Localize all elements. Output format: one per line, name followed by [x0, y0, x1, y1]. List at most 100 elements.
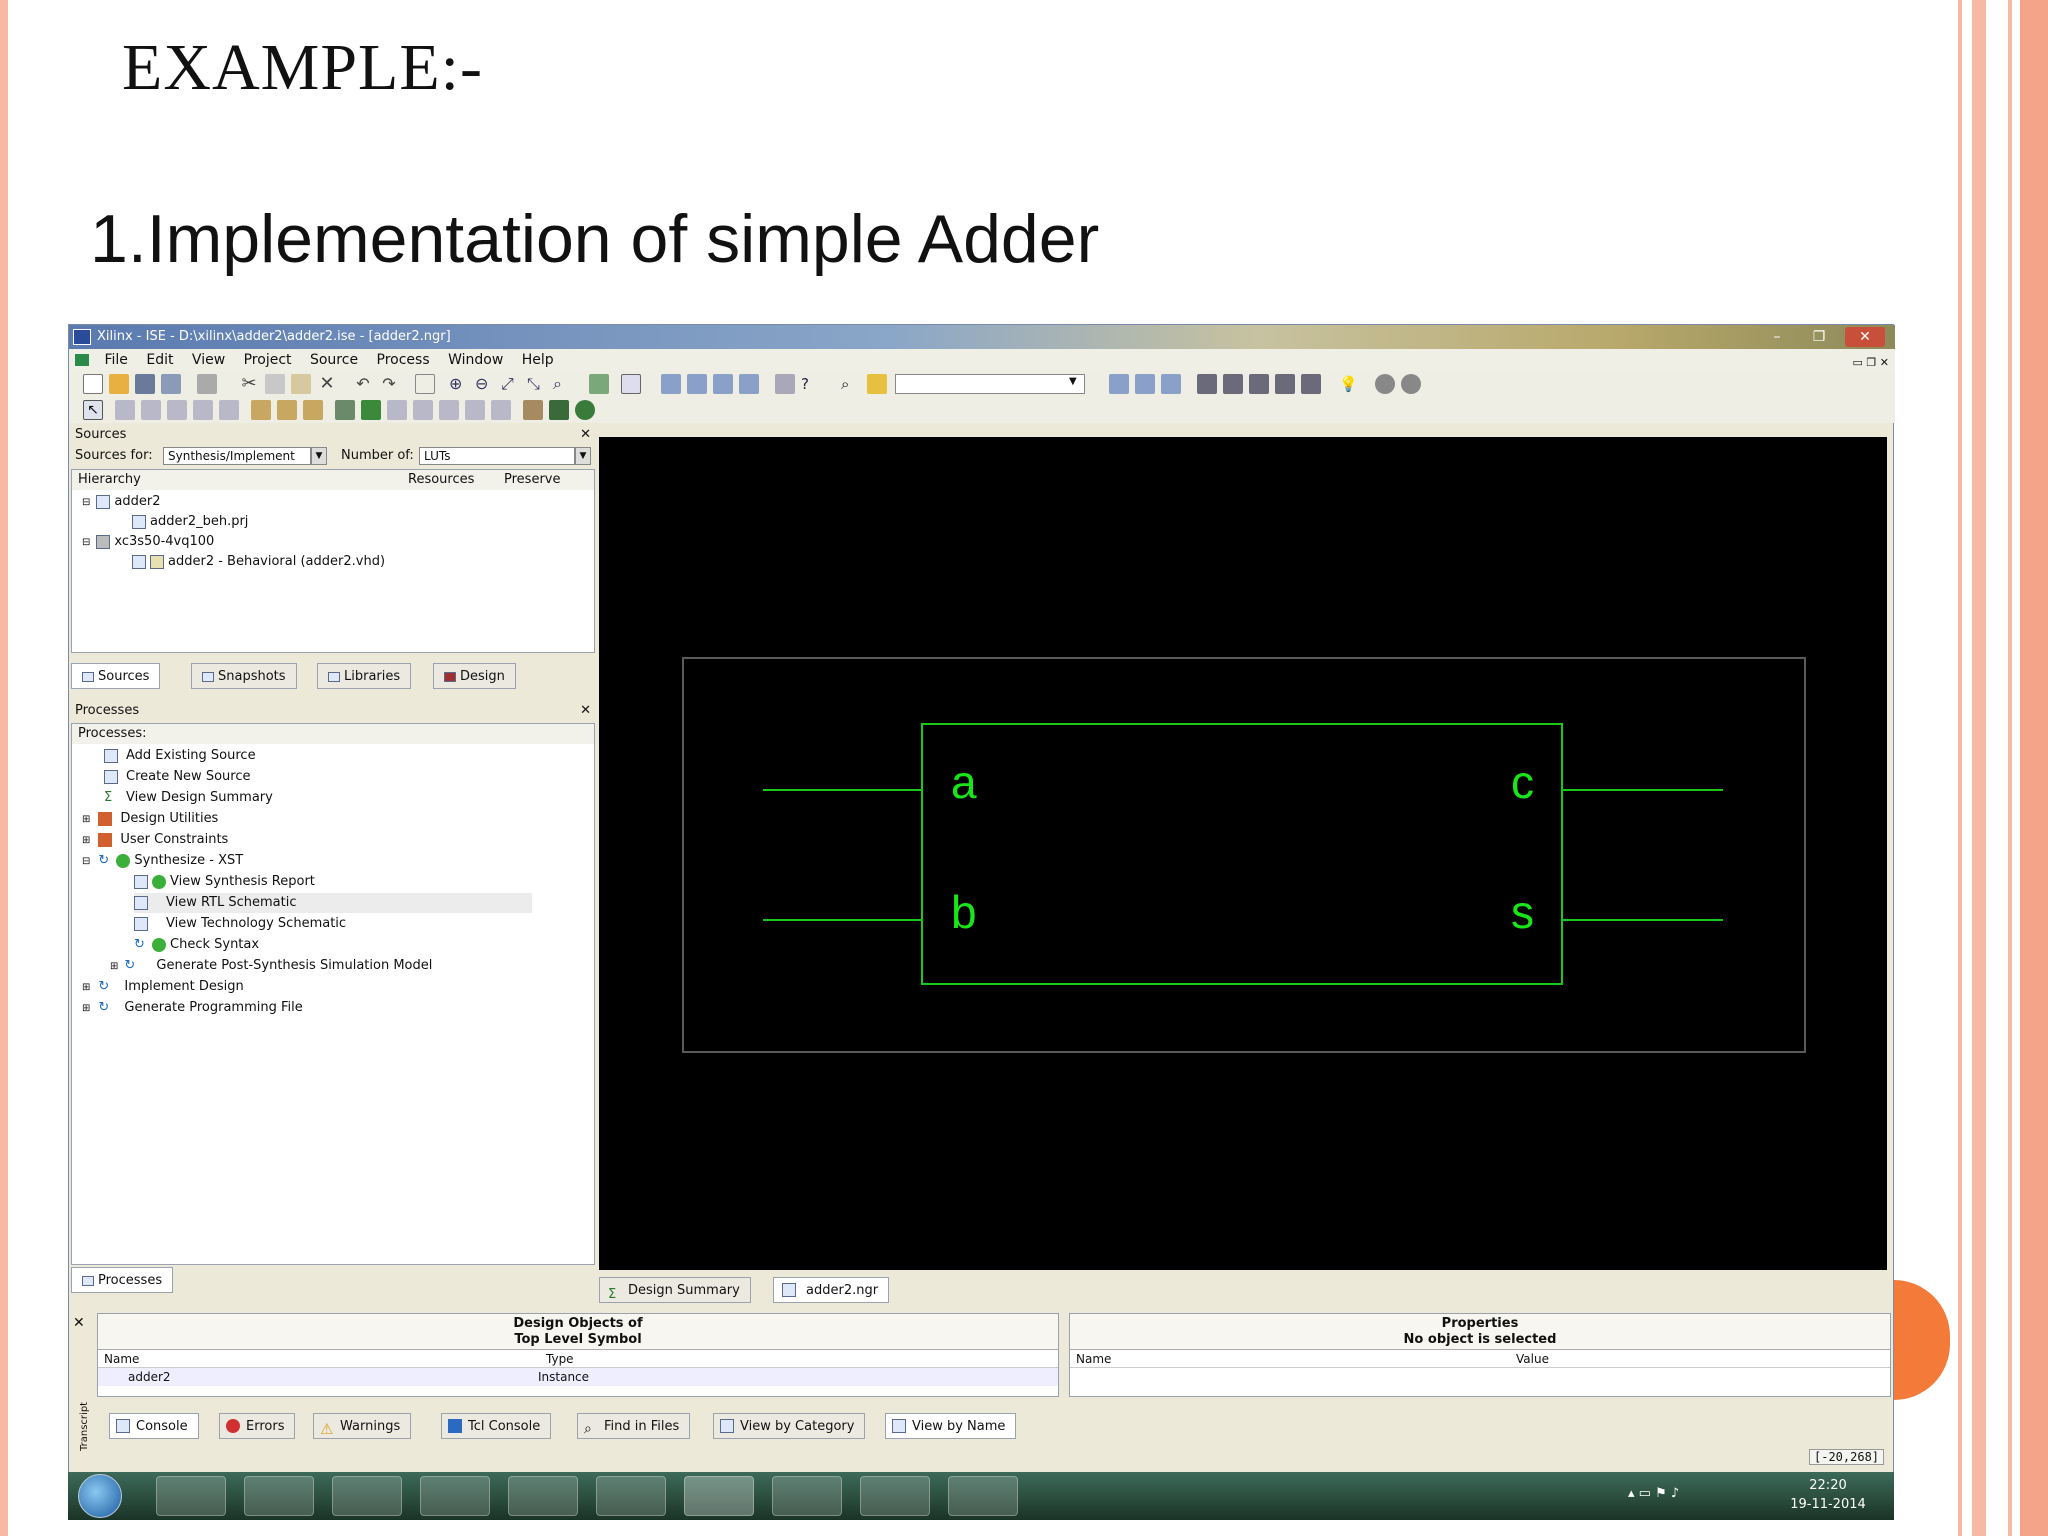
add-wire-icon[interactable]	[115, 400, 135, 420]
push-icon[interactable]	[335, 400, 355, 420]
tab-adder2-ngr[interactable]: adder2.ngr	[773, 1277, 890, 1303]
refresh-icon[interactable]	[589, 374, 609, 394]
process-create-new[interactable]: Create New Source	[104, 767, 250, 787]
schematic-icon-c[interactable]	[1275, 374, 1295, 394]
search-combo[interactable]	[895, 374, 1085, 394]
taskbar-chrome-icon[interactable]	[508, 1476, 578, 1516]
tab-warnings[interactable]: ⚠ Warnings	[313, 1413, 412, 1439]
tree-item-prj[interactable]: adder2_beh.prj	[132, 512, 248, 532]
adder-symbol[interactable]	[921, 723, 1563, 985]
tab-errors[interactable]: Errors	[219, 1413, 296, 1439]
add-symbol-icon[interactable]	[251, 400, 271, 420]
process-post-synthesis-sim[interactable]: ⊞ ↻ Generate Post-Synthesis Simulation Mod…	[110, 956, 432, 976]
chevron-down-icon[interactable]: ▼	[311, 447, 327, 465]
tab-design[interactable]: Design	[433, 663, 516, 689]
process-check-syntax[interactable]: ↻ Check Syntax	[134, 935, 259, 955]
paste-icon[interactable]	[291, 374, 311, 394]
tab-console[interactable]: Console	[109, 1413, 199, 1439]
check-icon[interactable]	[415, 374, 435, 394]
tree-item-vhd[interactable]: adder2 - Behavioral (adder2.vhd)	[132, 552, 385, 572]
design-object-row[interactable]: adder2 Instance	[98, 1368, 1058, 1386]
chip-icon[interactable]	[1197, 374, 1217, 394]
cascade-icon[interactable]	[661, 374, 681, 394]
process-user-constraints[interactable]: ⊞ User Constraints	[82, 830, 228, 850]
hier-icon-d[interactable]	[465, 400, 485, 420]
taskbar-media-icon[interactable]	[332, 1476, 402, 1516]
zoom-full-icon[interactable]: ⤢	[501, 374, 521, 394]
taskbar-powerpoint-icon[interactable]	[772, 1476, 842, 1516]
menu-edit[interactable]: Edit	[139, 349, 180, 371]
back-icon[interactable]	[1375, 374, 1395, 394]
number-of-select[interactable]: LUTs	[419, 447, 575, 465]
add-io-icon[interactable]	[193, 400, 213, 420]
menu-help[interactable]: Help	[515, 349, 561, 371]
window-icon[interactable]	[739, 374, 759, 394]
tab-view-by-category[interactable]: View by Category	[713, 1413, 866, 1439]
processes-close-button[interactable]: ✕	[580, 701, 591, 721]
copy-icon[interactable]	[265, 374, 285, 394]
tab-tcl-console[interactable]: Tcl Console	[441, 1413, 552, 1439]
tool-icon[interactable]	[775, 374, 795, 394]
restore-button[interactable]: ❐	[1799, 327, 1839, 347]
find-in-files-icon[interactable]	[867, 374, 887, 394]
add-text-icon[interactable]	[277, 400, 297, 420]
export-icon[interactable]	[549, 400, 569, 420]
taskbar-app-icon[interactable]	[244, 1476, 314, 1516]
bottom-panel-close-button[interactable]: ✕	[73, 1315, 85, 1331]
tile-h-icon[interactable]	[687, 374, 707, 394]
process-synthesize[interactable]: ⊟ ↻ Synthesize - XST	[82, 851, 243, 871]
start-button[interactable]	[78, 1474, 122, 1518]
find-icon[interactable]: ⌕	[841, 374, 861, 394]
toolbar-icon-a[interactable]	[1109, 374, 1129, 394]
hier-icon-a[interactable]	[387, 400, 407, 420]
schematic-icon-d[interactable]	[1301, 374, 1321, 394]
zoom-fit-icon[interactable]: ⤡	[527, 374, 547, 394]
process-add-existing[interactable]: Add Existing Source	[104, 746, 256, 766]
open-folder-icon[interactable]	[109, 374, 129, 394]
process-implement[interactable]: ⊞ ↻ Implement Design	[82, 977, 244, 997]
add-net-icon[interactable]	[141, 400, 161, 420]
taskbar-firefox-icon[interactable]	[596, 1476, 666, 1516]
move-icon[interactable]	[523, 400, 543, 420]
pointer-icon[interactable]: ↖	[83, 400, 103, 420]
menu-process[interactable]: Process	[370, 349, 437, 371]
cut-icon[interactable]: ✂	[239, 374, 259, 394]
add-bus-icon[interactable]	[167, 400, 187, 420]
process-programming-file[interactable]: ⊞ ↻ Generate Programming File	[82, 998, 303, 1018]
new-file-icon[interactable]	[83, 374, 103, 394]
print-icon[interactable]	[197, 374, 217, 394]
toolbar-icon-c[interactable]	[1161, 374, 1181, 394]
select-tool-icon[interactable]	[621, 374, 641, 394]
zoom-area-icon[interactable]: ⌕	[553, 374, 573, 394]
tree-item-project[interactable]: ⊟ adder2	[82, 492, 160, 512]
taskbar-ise-icon[interactable]	[684, 1476, 754, 1516]
tab-view-by-name[interactable]: View by Name	[885, 1413, 1017, 1439]
zoom-in-icon[interactable]: ⊕	[449, 374, 469, 394]
help-pointer-icon[interactable]: ?	[801, 374, 821, 394]
process-design-utilities[interactable]: ⊞ Design Utilities	[82, 809, 218, 829]
schematic-icon-b[interactable]	[1249, 374, 1269, 394]
taskbar-explorer-icon[interactable]	[156, 1476, 226, 1516]
close-window-button[interactable]: ✕	[1845, 327, 1885, 347]
taskbar-player-icon[interactable]	[420, 1476, 490, 1516]
tab-find-in-files[interactable]: ⌕ Find in Files	[577, 1413, 691, 1439]
run-icon[interactable]	[575, 400, 595, 420]
tab-sources[interactable]: Sources	[71, 663, 161, 689]
process-rtl-schematic[interactable]: View RTL Schematic	[134, 893, 532, 913]
process-synthesis-report[interactable]: View Synthesis Report	[134, 872, 315, 892]
sources-for-select[interactable]: Synthesis/Implement	[163, 447, 311, 465]
schematic-icon-a[interactable]	[1223, 374, 1243, 394]
undo-icon[interactable]: ↶	[353, 374, 373, 394]
zoom-out-icon[interactable]: ⊖	[475, 374, 495, 394]
tree-item-device[interactable]: ⊟ xc3s50-4vq100	[82, 532, 214, 552]
tab-design-summary[interactable]: Σ Design Summary	[599, 1277, 751, 1303]
pop-icon[interactable]	[361, 400, 381, 420]
menu-project[interactable]: Project	[237, 349, 299, 371]
delete-icon[interactable]: ✕	[317, 374, 337, 394]
clock[interactable]: 22:20 19-11-2014	[1768, 1476, 1888, 1514]
save-all-icon[interactable]	[161, 374, 181, 394]
add-arc-icon[interactable]	[303, 400, 323, 420]
hier-icon-c[interactable]	[439, 400, 459, 420]
hier-icon-b[interactable]	[413, 400, 433, 420]
tab-snapshots[interactable]: Snapshots	[191, 663, 297, 689]
